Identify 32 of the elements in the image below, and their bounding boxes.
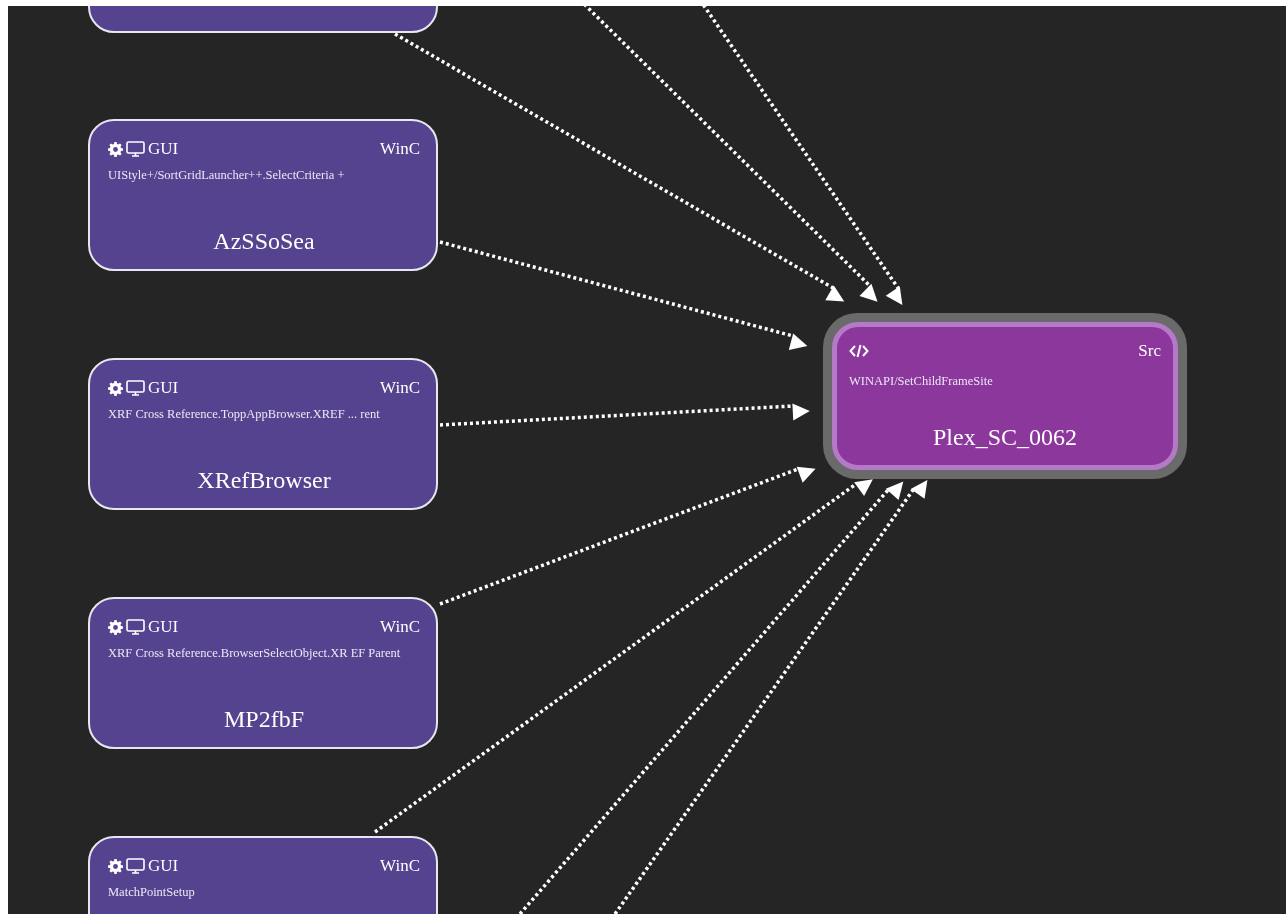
gear-icon <box>108 619 123 635</box>
gear-icon <box>108 141 123 157</box>
node-category: GUI <box>148 139 179 159</box>
node-path: XRF Cross Reference.ToppAppBrowser.XREF ... rent <box>108 408 381 420</box>
monitor-icon <box>126 380 145 396</box>
node-title: MP2fbF <box>223 706 305 733</box>
gui-node[interactable]: GUI WinC UIStyle+/SortGridLauncher++.SelectCriteria + AzSSoSea <box>88 119 438 271</box>
node-path: UIStyle+/SortGridLauncher++.SelectCriteria + <box>108 169 346 181</box>
node-category: GUI <box>148 378 179 398</box>
monitor-icon <box>126 619 145 635</box>
node-type: Src <box>1138 341 1161 361</box>
node-title: XRefBrowser <box>196 467 332 494</box>
gui-node[interactable]: GUI WinC MatchPointSetup <box>88 836 438 914</box>
source-node[interactable]: Src WINAPI/SetChildFrameSite Plex_SC_0062 <box>823 313 1187 479</box>
node-type: WinC <box>380 378 420 398</box>
node-type: WinC <box>380 617 420 637</box>
gui-node[interactable]: GUI WinC XRF Cross Reference.BrowserSelectObject.XR EF Parent MP2fbF <box>88 597 438 749</box>
node-category: GUI <box>148 617 179 637</box>
code-icon <box>849 344 869 358</box>
node-category: GUI <box>148 856 179 876</box>
node-type: WinC <box>380 856 420 876</box>
monitor-icon <box>126 141 145 157</box>
gui-node[interactable]: GUI WinC XRF Cross Reference.ToppAppBrowser.XREF ... rent XRefBrowser <box>88 358 438 510</box>
monitor-icon <box>126 858 145 874</box>
node-title: Plex_SC_0062 <box>932 424 1078 451</box>
node-path: WINAPI/SetChildFrameSite <box>849 375 994 387</box>
node-title: AzSSoSea <box>212 228 316 255</box>
node-path: XRF Cross Reference.BrowserSelectObject.XR EF Parent <box>108 647 402 659</box>
gear-icon <box>108 858 123 874</box>
node-path: MatchPointSetup <box>108 886 196 898</box>
gear-icon <box>108 380 123 396</box>
node-type: WinC <box>380 139 420 159</box>
